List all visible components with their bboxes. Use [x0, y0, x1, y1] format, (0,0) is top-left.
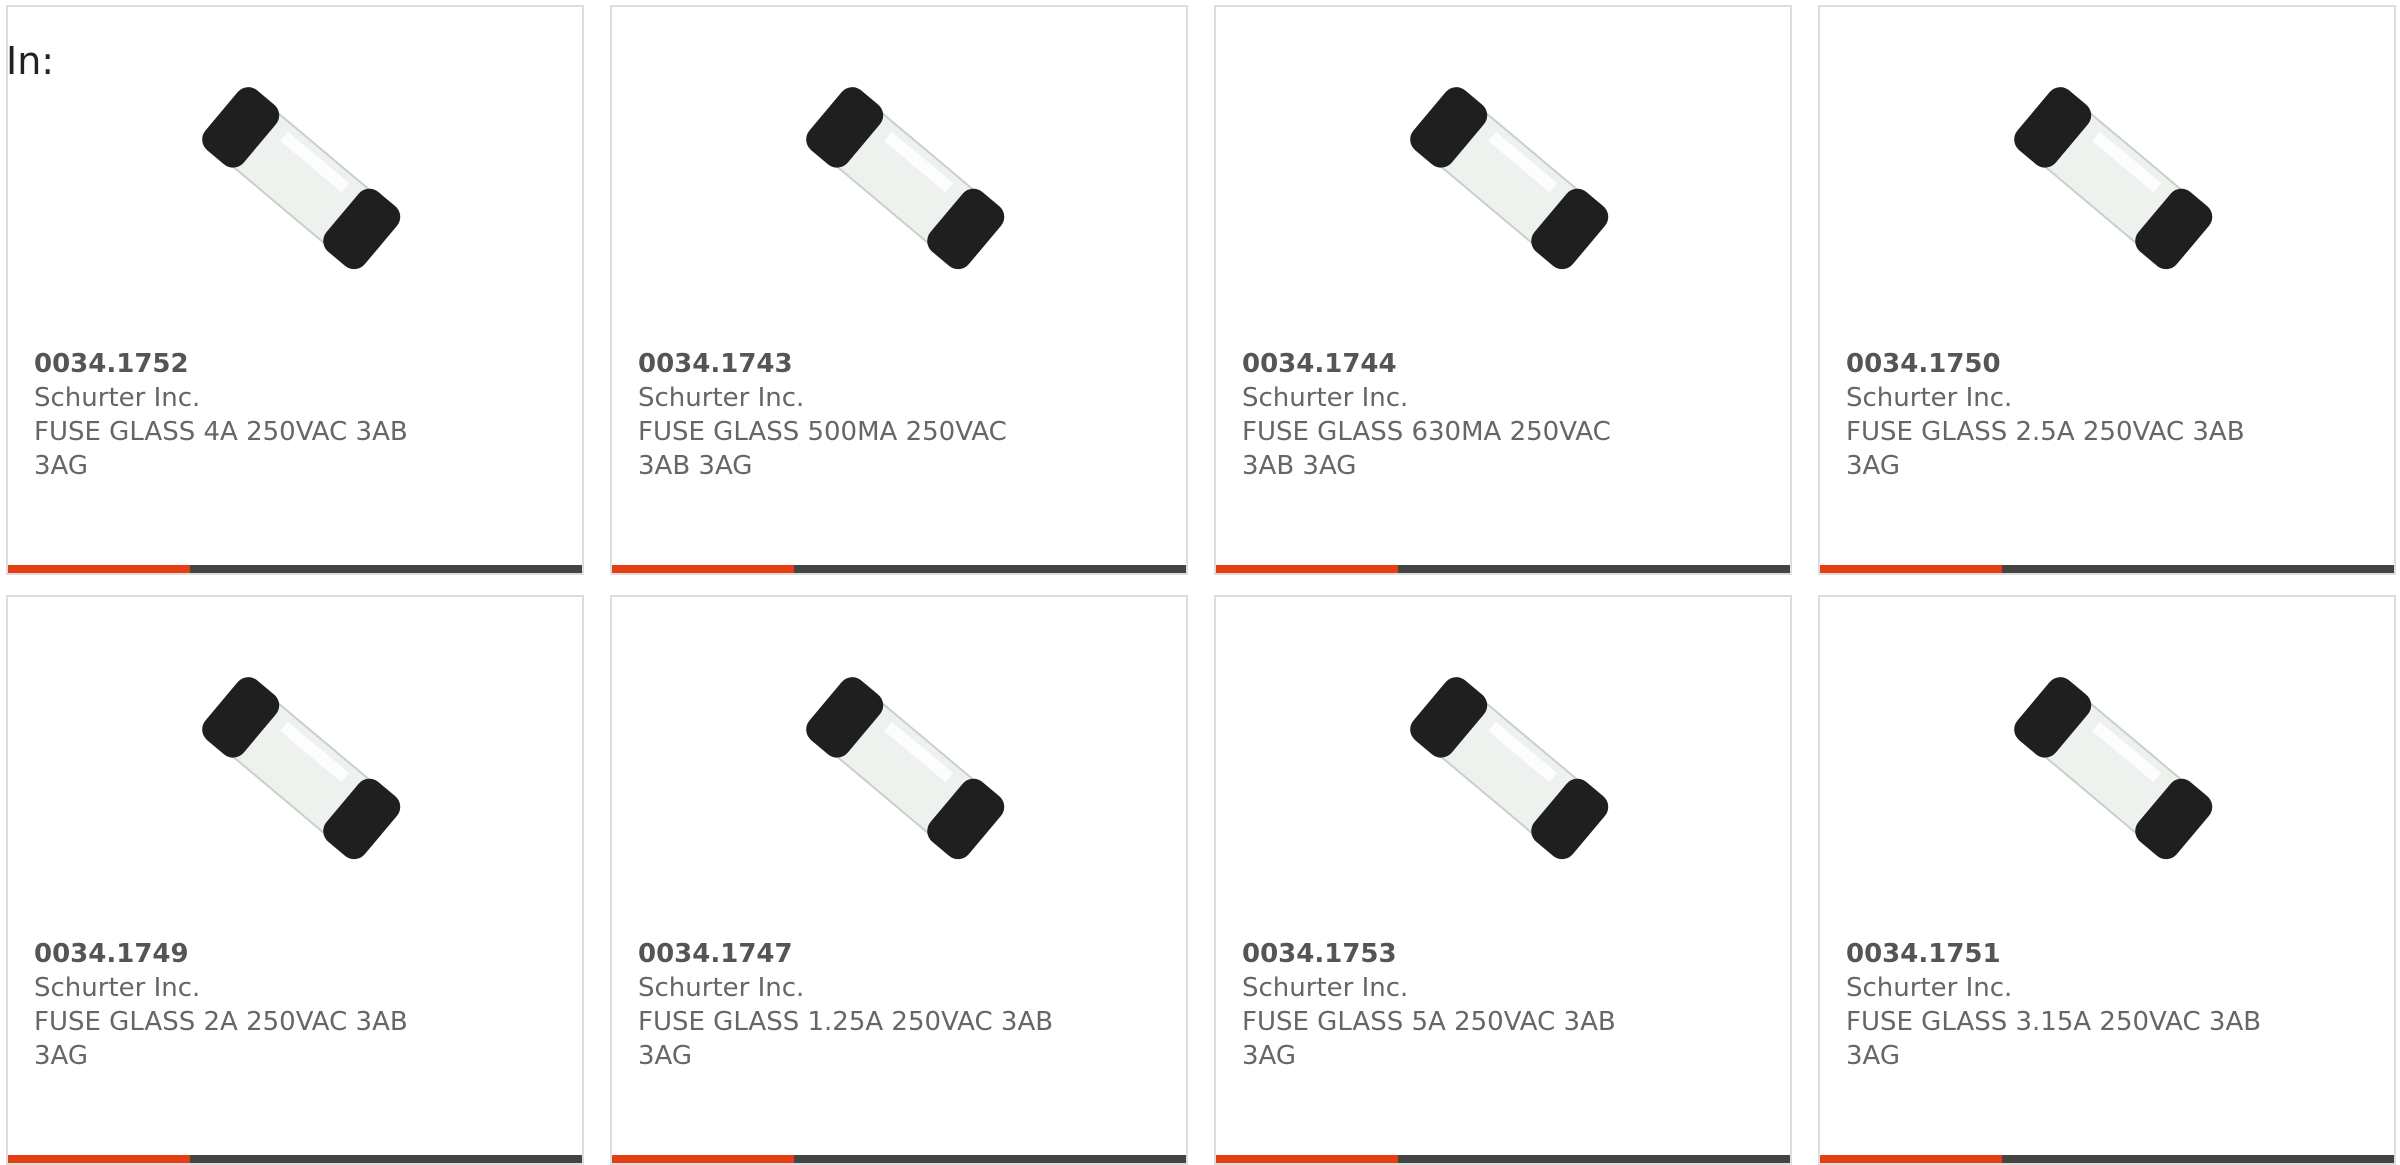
- glass-fuse-icon: [1410, 677, 1609, 860]
- card-footer-bar: [8, 1155, 582, 1163]
- manufacturer: Schurter Inc.: [1242, 383, 1409, 413]
- glass-fuse-icon: [806, 87, 1005, 270]
- glass-fuse-icon: [2014, 677, 2213, 860]
- glass-fuse-icon: [2014, 87, 2213, 270]
- manufacturer: Schurter Inc.: [638, 383, 805, 413]
- product-description: FUSE GLASS 2.5A 250VAC 3AB 3AG: [1846, 417, 2245, 481]
- card-accent-bar: [612, 1155, 794, 1163]
- glass-fuse-icon: [202, 87, 401, 270]
- part-number[interactable]: 0034.1743: [638, 347, 1158, 381]
- manufacturer: Schurter Inc.: [1846, 383, 2013, 413]
- part-number[interactable]: 0034.1751: [1846, 937, 2366, 971]
- product-description: FUSE GLASS 4A 250VAC 3AB 3AG: [34, 417, 408, 481]
- card-footer-bar: [612, 1155, 1186, 1163]
- card-footer-bar: [1820, 1155, 2394, 1163]
- part-number[interactable]: 0034.1747: [638, 937, 1158, 971]
- product-card[interactable]: 0034.1753 Schurter Inc. FUSE GLASS 5A 25…: [1214, 595, 1792, 1165]
- product-description: FUSE GLASS 500MA 250VAC 3AB 3AG: [638, 417, 1007, 481]
- product-description: FUSE GLASS 5A 250VAC 3AB 3AG: [1242, 1007, 1616, 1071]
- card-accent-bar: [8, 565, 190, 573]
- product-description: FUSE GLASS 3.15A 250VAC 3AB 3AG: [1846, 1007, 2262, 1071]
- product-description: FUSE GLASS 630MA 250VAC 3AB 3AG: [1242, 417, 1611, 481]
- product-description: FUSE GLASS 1.25A 250VAC 3AB 3AG: [638, 1007, 1054, 1071]
- manufacturer: Schurter Inc.: [638, 973, 805, 1003]
- card-footer-bar: [8, 565, 582, 573]
- in-filter-label: In:: [6, 39, 55, 83]
- card-accent-bar: [1820, 1155, 2002, 1163]
- card-footer-bar: [1820, 565, 2394, 573]
- product-grid: 0034.1752 Schurter Inc. FUSE GLASS 4A 25…: [6, 5, 2400, 1165]
- card-accent-bar: [1820, 565, 2002, 573]
- card-accent-bar: [8, 1155, 190, 1163]
- manufacturer: Schurter Inc.: [1242, 973, 1409, 1003]
- part-number[interactable]: 0034.1744: [1242, 347, 1762, 381]
- product-card[interactable]: 0034.1743 Schurter Inc. FUSE GLASS 500MA…: [610, 5, 1188, 575]
- glass-fuse-icon: [1410, 87, 1609, 270]
- product-card[interactable]: 0034.1751 Schurter Inc. FUSE GLASS 3.15A…: [1818, 595, 2396, 1165]
- card-accent-bar: [1216, 1155, 1398, 1163]
- part-number[interactable]: 0034.1749: [34, 937, 554, 971]
- manufacturer: Schurter Inc.: [34, 973, 201, 1003]
- manufacturer: Schurter Inc.: [34, 383, 201, 413]
- product-card[interactable]: 0034.1747 Schurter Inc. FUSE GLASS 1.25A…: [610, 595, 1188, 1165]
- product-card[interactable]: 0034.1750 Schurter Inc. FUSE GLASS 2.5A …: [1818, 5, 2396, 575]
- product-card[interactable]: 0034.1752 Schurter Inc. FUSE GLASS 4A 25…: [6, 5, 584, 575]
- part-number[interactable]: 0034.1753: [1242, 937, 1762, 971]
- product-card[interactable]: 0034.1744 Schurter Inc. FUSE GLASS 630MA…: [1214, 5, 1792, 575]
- card-footer-bar: [612, 565, 1186, 573]
- card-accent-bar: [612, 565, 794, 573]
- product-card[interactable]: 0034.1749 Schurter Inc. FUSE GLASS 2A 25…: [6, 595, 584, 1165]
- manufacturer: Schurter Inc.: [1846, 973, 2013, 1003]
- product-description: FUSE GLASS 2A 250VAC 3AB 3AG: [34, 1007, 408, 1071]
- glass-fuse-icon: [806, 677, 1005, 860]
- part-number[interactable]: 0034.1752: [34, 347, 554, 381]
- card-accent-bar: [1216, 565, 1398, 573]
- card-footer-bar: [1216, 1155, 1790, 1163]
- part-number[interactable]: 0034.1750: [1846, 347, 2366, 381]
- card-footer-bar: [1216, 565, 1790, 573]
- glass-fuse-icon: [202, 677, 401, 860]
